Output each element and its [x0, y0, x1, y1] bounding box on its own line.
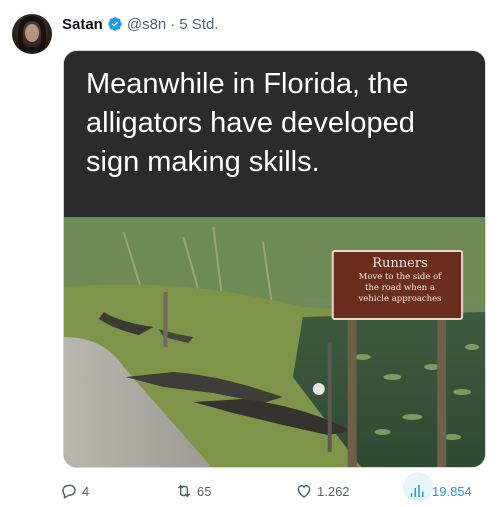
- repost-button[interactable]: 65: [175, 478, 211, 504]
- sign: Runners Move to the side of the road whe…: [336, 252, 464, 318]
- caption-line-1: Meanwhile in Florida, the: [86, 68, 409, 100]
- author-name[interactable]: Satan: [62, 16, 103, 33]
- separator-dot: ·: [170, 15, 176, 33]
- timestamp[interactable]: 5 Std.: [179, 16, 218, 33]
- reply-count: 4: [82, 483, 90, 499]
- repost-icon: [177, 484, 191, 498]
- analytics-bars-icon: [410, 485, 424, 497]
- tweet-media[interactable]: Meanwhile in Florida, the alligators hav…: [63, 50, 486, 468]
- heart-icon: [297, 484, 311, 498]
- sign-line-2: the road when a: [364, 283, 436, 293]
- repost-count: 65: [197, 483, 212, 499]
- meme-caption-panel: Meanwhile in Florida, the alligators hav…: [64, 51, 485, 217]
- tweet-header: Satan @s8n · 5 Std.: [62, 14, 218, 34]
- action-bar: 4 65 1.262 19.854: [60, 472, 490, 504]
- like-count: 1.262: [317, 483, 350, 499]
- avatar-face: [25, 24, 39, 42]
- views-count: 19.854: [432, 483, 472, 499]
- sign-line-1: Move to the side of: [358, 272, 442, 282]
- verified-badge-icon: [107, 16, 123, 32]
- author-handle[interactable]: @s8n: [127, 16, 166, 33]
- reply-icon: [62, 484, 76, 500]
- reply-button[interactable]: 4: [60, 478, 89, 504]
- like-button[interactable]: 1.262: [295, 478, 350, 504]
- meme-caption: Meanwhile in Florida, the alligators hav…: [86, 65, 471, 182]
- sign-line-3: vehicle approaches: [358, 294, 442, 304]
- avatar[interactable]: [12, 14, 52, 54]
- sign-title: Runners: [372, 256, 428, 271]
- caption-line-3: sign making skills.: [86, 146, 320, 178]
- views-button[interactable]: 19.854: [410, 478, 472, 504]
- caption-line-2: alligators have developed: [86, 107, 415, 139]
